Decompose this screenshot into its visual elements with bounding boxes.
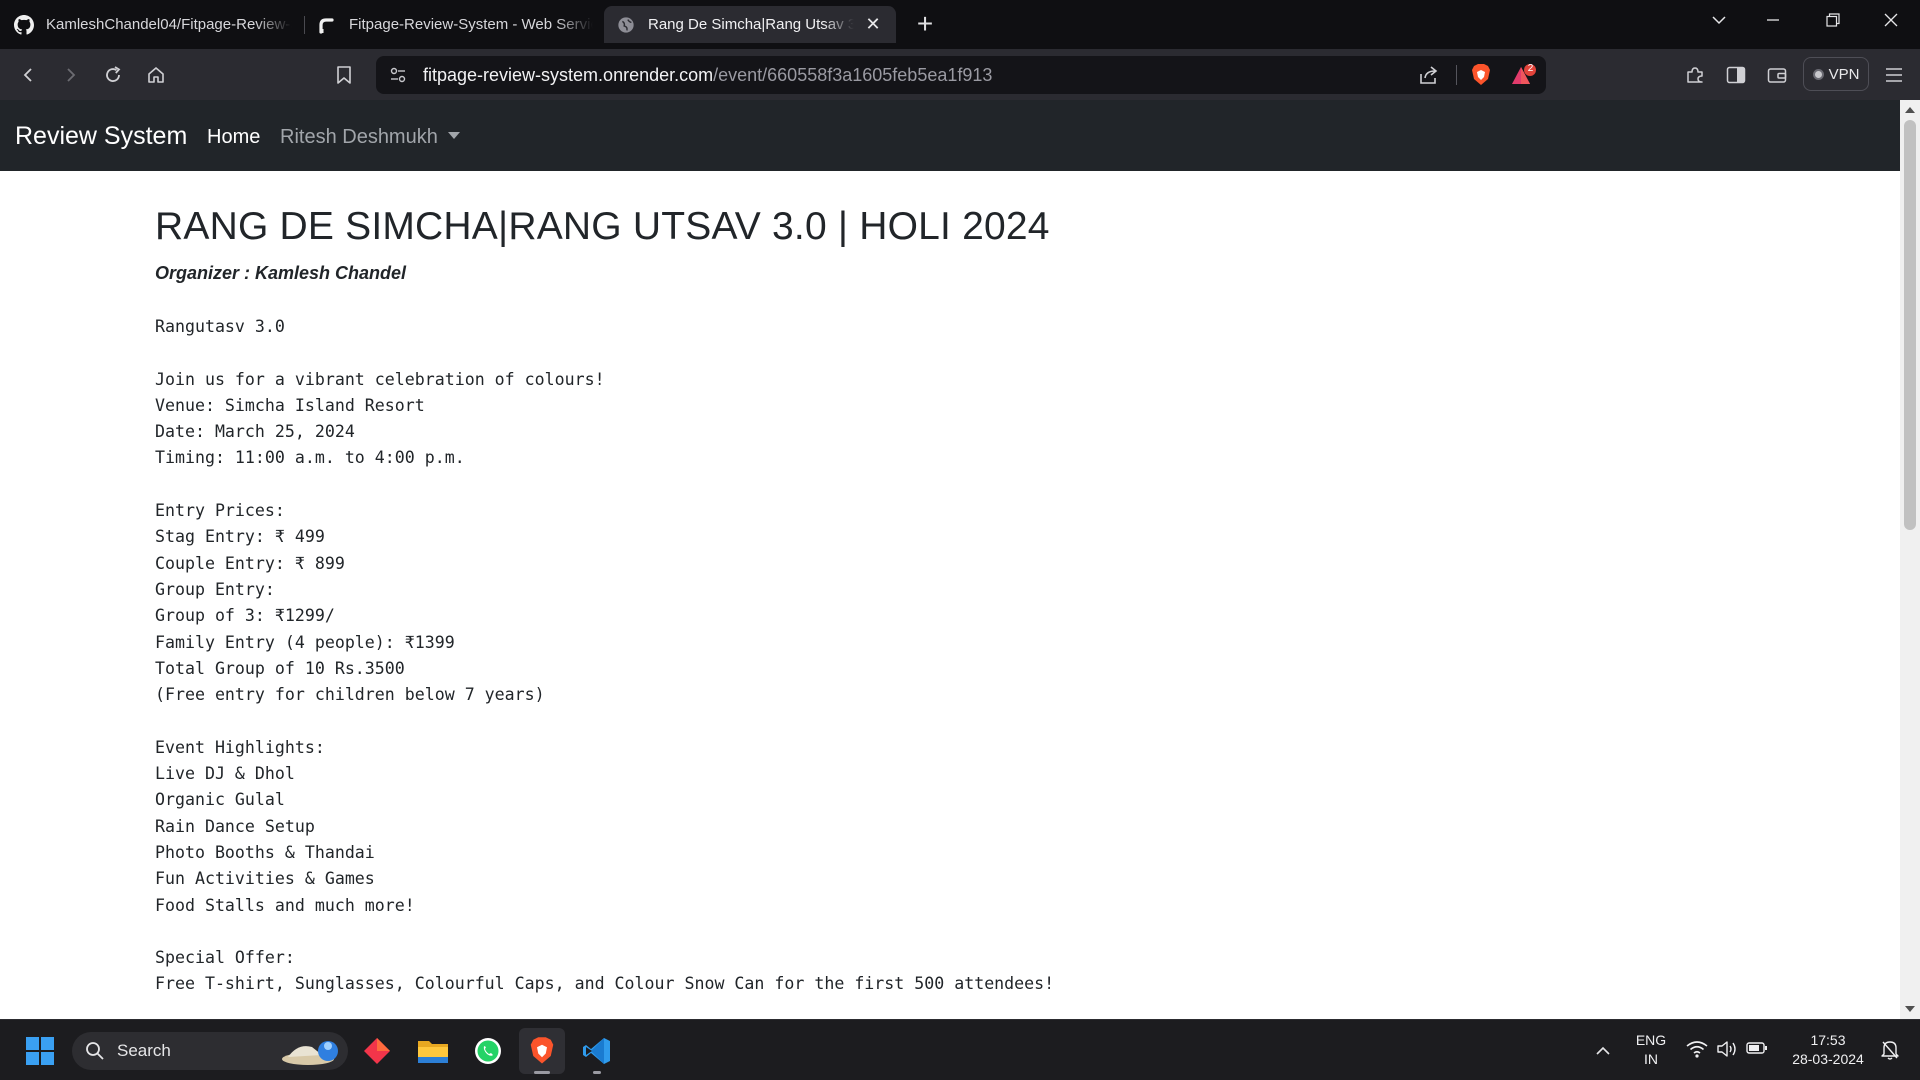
language-code: ENG <box>1635 1032 1667 1048</box>
close-window-icon[interactable] <box>1868 0 1914 40</box>
home-icon[interactable] <box>141 60 171 90</box>
wifi-icon[interactable] <box>1686 1040 1708 1063</box>
site-navbar: Review System Home Ritesh Deshmukh <box>0 100 1900 171</box>
tab-strip: KamleshChandel04/Fitpage-Review-System F… <box>0 0 1920 49</box>
tab-render[interactable]: Fitpage-Review-System - Web Service <box>305 6 605 43</box>
whatsapp-icon[interactable] <box>465 1028 511 1074</box>
vpn-button[interactable]: VPN <box>1803 57 1869 91</box>
bookmark-icon[interactable] <box>329 60 359 90</box>
url-host: fitpage-review-system.onrender.com <box>423 65 714 85</box>
browser-toolbar: fitpage-review-system.onrender.com/event… <box>0 49 1920 100</box>
windows-start-icon[interactable] <box>17 1028 63 1074</box>
app-diamond-icon[interactable] <box>354 1028 400 1074</box>
page-scrollbar[interactable] <box>1900 100 1920 1019</box>
globe-icon <box>616 15 636 35</box>
search-icon <box>85 1041 105 1066</box>
running-indicator <box>534 1071 550 1074</box>
render-icon <box>317 15 337 35</box>
search-label: Search <box>117 1041 171 1060</box>
brand-link[interactable]: Review System <box>15 122 187 151</box>
restore-icon[interactable] <box>1810 0 1856 40</box>
omnibox-divider <box>1456 65 1457 85</box>
input-language[interactable]: ENG IN <box>1626 1031 1676 1069</box>
caret-down-icon <box>447 132 460 139</box>
tab-github[interactable]: KamleshChandel04/Fitpage-Review-System <box>2 6 304 43</box>
brave-taskbar-icon[interactable] <box>519 1028 565 1074</box>
site-settings-icon[interactable] <box>389 66 407 89</box>
battery-icon[interactable] <box>1746 1041 1768 1060</box>
user-dropdown[interactable]: Ritesh Deshmukh <box>280 126 460 149</box>
volume-icon[interactable] <box>1716 1040 1738 1063</box>
region-code: IN <box>1644 1051 1658 1067</box>
tab-event-active[interactable]: Rang De Simcha|Rang Utsav 3.0 | HOLI 202… <box>604 6 896 43</box>
forward-icon[interactable] <box>55 60 85 90</box>
taskbar: Search ENG IN 17:53 28-03-2024 <box>0 1019 1920 1080</box>
address-bar[interactable]: fitpage-review-system.onrender.com/event… <box>376 56 1546 94</box>
event-organizer: Organizer : Kamlesh Chandel <box>155 263 407 283</box>
vscode-icon[interactable] <box>574 1028 620 1074</box>
scroll-thumb[interactable] <box>1904 120 1916 530</box>
clock[interactable]: 17:53 28-03-2024 <box>1780 1031 1876 1069</box>
menu-icon[interactable] <box>1879 60 1909 90</box>
close-tab-icon[interactable]: ✕ <box>862 14 884 36</box>
tab-title: Rang De Simcha|Rang Utsav 3.0 | HOLI 202… <box>648 16 854 33</box>
running-indicator <box>593 1071 601 1074</box>
github-icon <box>14 14 34 35</box>
taskbar-search[interactable]: Search <box>72 1032 348 1070</box>
wallet-icon[interactable] <box>1762 60 1792 90</box>
search-highlight-icon <box>278 1035 342 1072</box>
file-explorer-icon[interactable] <box>410 1028 456 1074</box>
reload-icon[interactable] <box>98 60 128 90</box>
user-name: Ritesh Deshmukh <box>280 126 438 148</box>
tray-overflow-chevron-icon[interactable] <box>1580 1028 1626 1074</box>
tab-title: Fitpage-Review-System - Web Service <box>349 16 593 33</box>
nav-home-link[interactable]: Home <box>207 126 260 149</box>
clock-date: 28-03-2024 <box>1792 1051 1864 1067</box>
tab-title: KamleshChandel04/Fitpage-Review-System <box>46 16 292 33</box>
back-icon[interactable] <box>14 60 44 90</box>
sidebar-icon[interactable] <box>1721 60 1751 90</box>
share-icon[interactable] <box>1418 65 1440 90</box>
extensions-icon[interactable] <box>1680 60 1710 90</box>
scroll-down-icon[interactable] <box>1905 1006 1915 1012</box>
minimize-icon[interactable] <box>1750 0 1796 40</box>
clock-time: 17:53 <box>1810 1032 1846 1048</box>
rewards-badge: 2 <box>1527 63 1534 74</box>
vpn-status-icon <box>1812 68 1824 80</box>
page-content: RANG DE SIMCHA|RANG UTSAV 3.0 | HOLI 202… <box>0 171 1900 1019</box>
brave-rewards-icon[interactable]: 2 <box>1510 63 1536 93</box>
event-description: Rangutasv 3.0 Join us for a vibrant cele… <box>155 317 1055 994</box>
scroll-up-icon[interactable] <box>1905 107 1915 113</box>
event-title: RANG DE SIMCHA|RANG UTSAV 3.0 | HOLI 202… <box>155 205 1050 248</box>
url-path: /event/660558f3a1605feb5ea1f913 <box>713 65 993 85</box>
new-tab-button[interactable]: + <box>910 10 940 40</box>
brave-shields-icon[interactable] <box>1470 63 1492 92</box>
vpn-label: VPN <box>1828 65 1860 83</box>
screen: KamleshChandel04/Fitpage-Review-System F… <box>0 0 1920 1080</box>
tab-search-chevron-icon[interactable] <box>1696 0 1742 40</box>
url-text: fitpage-review-system.onrender.com/event… <box>423 65 992 86</box>
notifications-icon[interactable] <box>1880 1039 1900 1066</box>
